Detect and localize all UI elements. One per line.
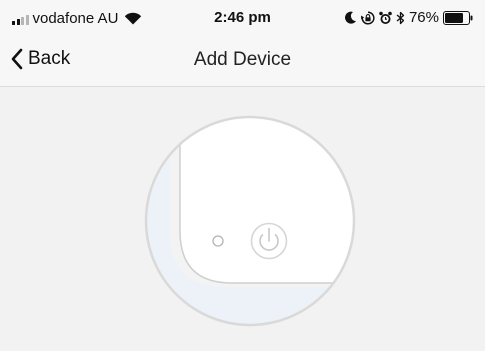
content-area — [0, 87, 485, 351]
status-right: 76% — [344, 9, 473, 26]
moon-icon — [344, 11, 356, 24]
power-icon — [250, 222, 288, 260]
alarm-icon — [379, 11, 392, 24]
battery-icon — [443, 10, 473, 25]
bluetooth-icon — [396, 11, 405, 24]
navigation-bar: Back Add Device — [0, 36, 485, 87]
device-illustration — [144, 115, 356, 327]
page-title: Add Device — [193, 49, 292, 70]
status-bar: vodafone AU 2:46 pm 76% — [0, 0, 485, 36]
battery-percent: 76% — [408, 9, 439, 26]
orientation-lock-icon — [360, 10, 375, 25]
